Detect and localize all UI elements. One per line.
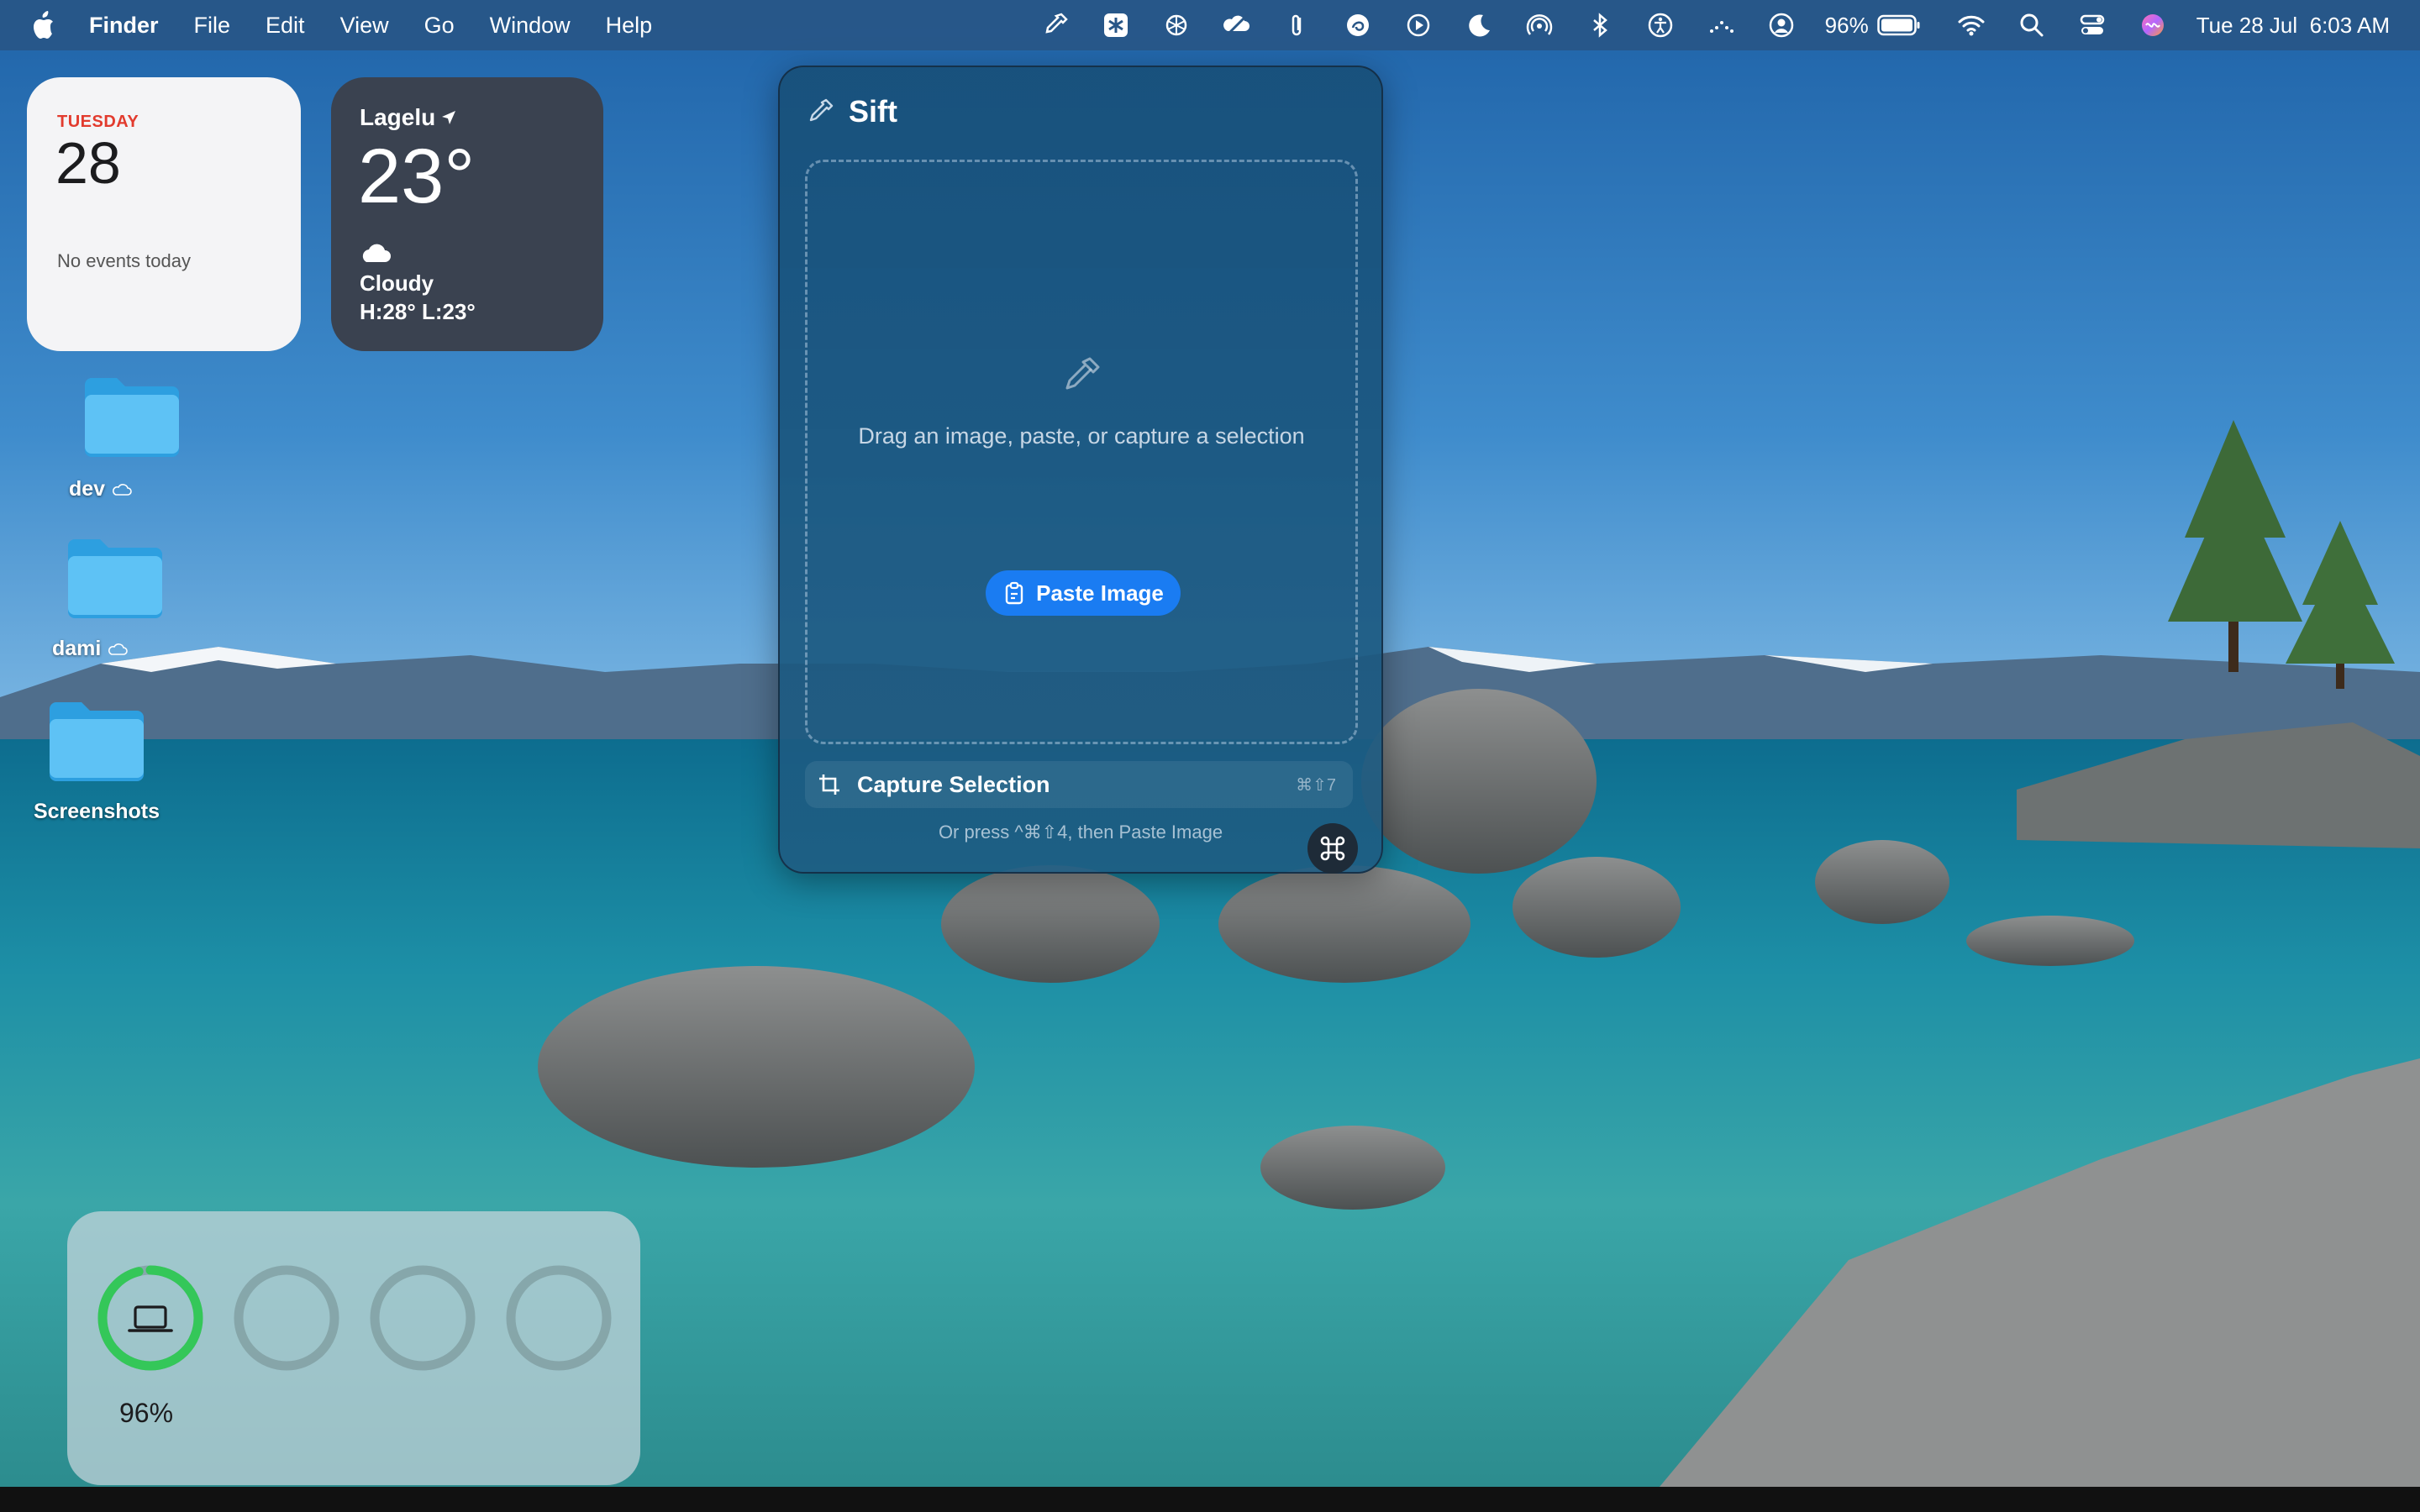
- laptop-icon: [128, 1305, 173, 1332]
- control-center-icon[interactable]: [2075, 8, 2109, 42]
- capture-shortcut: ⌘⇧7: [1296, 775, 1336, 795]
- folder-icon: [85, 378, 179, 457]
- battery-ring-empty: [370, 1265, 476, 1371]
- menu-go[interactable]: Go: [424, 13, 455, 39]
- menu-help[interactable]: Help: [606, 13, 653, 39]
- search-icon[interactable]: [2015, 8, 2049, 42]
- weather-location: Lagelu: [360, 104, 457, 131]
- capture-selection-button[interactable]: Capture Selection ⌘⇧7: [805, 761, 1353, 808]
- paste-image-button[interactable]: Paste Image: [986, 570, 1181, 616]
- folder-label-dev: dev: [69, 477, 106, 501]
- battery-device-percent: 96%: [119, 1398, 174, 1428]
- calendar-events-text: No events today: [57, 250, 191, 271]
- user-circle-icon[interactable]: [1765, 8, 1798, 42]
- weather-location-name: Lagelu: [360, 104, 436, 130]
- calendar-widget[interactable]: TUESDAY 28 No events today: [27, 77, 301, 351]
- swirl-app-icon[interactable]: [1341, 8, 1375, 42]
- sift-panel: Sift Drag an image, paste, or capture a …: [778, 66, 1383, 874]
- dock-edge: [0, 1487, 2420, 1512]
- asterisk-app-icon[interactable]: [1099, 8, 1133, 42]
- drop-zone-instructions: Drag an image, paste, or capture a selec…: [858, 423, 1305, 449]
- icloud-icon: [113, 483, 132, 496]
- apple-icon[interactable]: [30, 11, 55, 39]
- accessibility-icon[interactable]: [1644, 8, 1677, 42]
- openai-icon[interactable]: [1160, 8, 1193, 42]
- batteries-widget[interactable]: 96%: [67, 1211, 640, 1485]
- bluetooth-icon[interactable]: [1583, 8, 1617, 42]
- sift-header: Sift: [805, 94, 897, 129]
- folder-label-screenshots: Screenshots: [33, 800, 160, 823]
- airdrop-icon[interactable]: [1523, 8, 1556, 42]
- menu-file[interactable]: File: [194, 13, 231, 39]
- sift-title: Sift: [849, 94, 897, 129]
- eyedropper-icon[interactable]: [1039, 8, 1072, 42]
- image-drop-zone[interactable]: Drag an image, paste, or capture a selec…: [805, 160, 1358, 744]
- battery-ring-device: [97, 1265, 203, 1371]
- menu-bar: Finder File Edit View Go Window Help 96%…: [0, 0, 2420, 50]
- menu-edit[interactable]: Edit: [266, 13, 305, 39]
- weather-condition: Cloudy: [360, 270, 434, 296]
- paste-image-label: Paste Image: [1036, 580, 1164, 606]
- battery-icon[interactable]: [1876, 8, 1921, 42]
- menu-clock[interactable]: Tue 28 Jul 6:03 AM: [2196, 13, 2390, 39]
- cloud-sync-icon[interactable]: [1220, 8, 1254, 42]
- crop-icon: [819, 774, 839, 795]
- eyedropper-icon: [1065, 357, 1100, 390]
- menu-window[interactable]: Window: [490, 13, 571, 39]
- wifi-icon[interactable]: [1954, 8, 1988, 42]
- menu-view[interactable]: View: [340, 13, 389, 39]
- dots-wave-icon[interactable]: [1704, 8, 1738, 42]
- eyedropper-icon: [809, 98, 834, 122]
- cloud-icon: [362, 244, 391, 262]
- battery-ring-empty: [234, 1265, 339, 1371]
- battery-ring-empty: [506, 1265, 612, 1371]
- clipboard-icon: [1005, 581, 1023, 605]
- folder-label-dami: dami: [52, 637, 102, 660]
- command-key-button[interactable]: [1307, 823, 1358, 874]
- capture-selection-label: Capture Selection: [857, 771, 1050, 797]
- weather-widget[interactable]: Lagelu 23° Cloudy H:28° L:23°: [331, 77, 603, 351]
- play-circle-icon[interactable]: [1402, 8, 1435, 42]
- capture-hint: Or press ^⌘⇧4, then Paste Image: [938, 822, 1223, 843]
- folder-dev[interactable]: dev: [69, 373, 195, 501]
- moon-icon[interactable]: [1462, 8, 1496, 42]
- siri-icon[interactable]: [2136, 8, 2170, 42]
- battery-percent-text[interactable]: 96%: [1825, 13, 1869, 39]
- paperclip-icon[interactable]: [1281, 8, 1314, 42]
- menu-app-name[interactable]: Finder: [89, 13, 159, 39]
- weather-high-low: H:28° L:23°: [360, 299, 476, 324]
- folder-icon: [50, 702, 144, 781]
- weather-temperature: 23°: [358, 134, 476, 219]
- folder-icon: [68, 539, 162, 618]
- folder-screenshots[interactable]: Screenshots: [32, 697, 161, 824]
- calendar-date: 28: [55, 130, 121, 196]
- command-icon: [1320, 836, 1345, 861]
- folder-dami[interactable]: dami: [52, 534, 178, 661]
- location-arrow-icon: [442, 111, 456, 124]
- icloud-icon: [108, 643, 129, 655]
